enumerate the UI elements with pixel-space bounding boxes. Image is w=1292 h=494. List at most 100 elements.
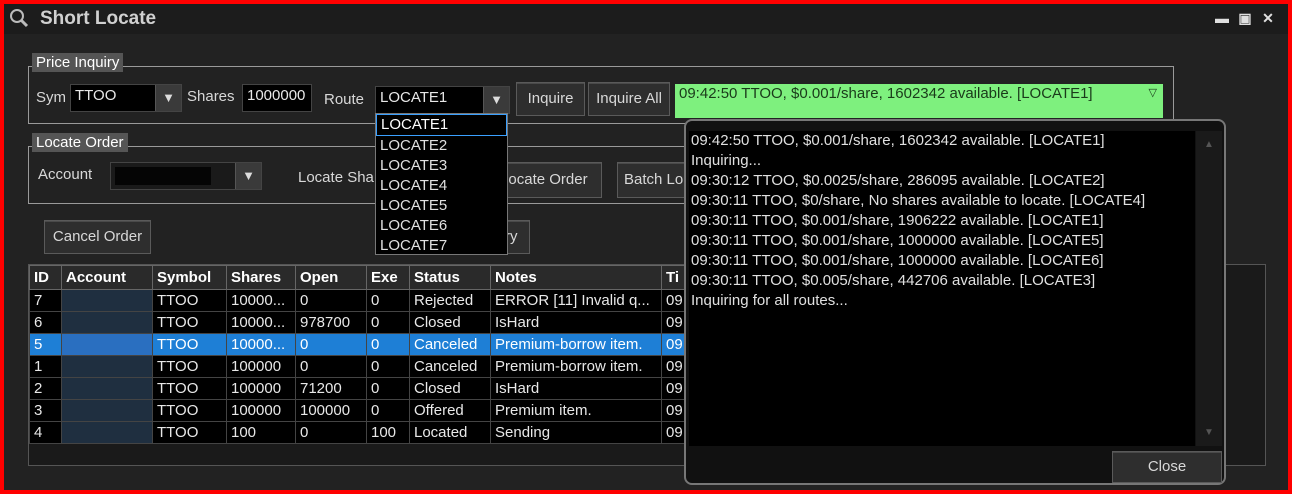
cancel-order-button[interactable]: Cancel Order bbox=[44, 220, 151, 254]
log-line: Inquiring... bbox=[691, 152, 762, 169]
inquire-all-label: Inquire All bbox=[596, 90, 662, 107]
table-row[interactable]: 4 TTOO 100 0 100 Located Sending 09 bbox=[29, 421, 690, 444]
table-cell: Canceled bbox=[409, 355, 491, 378]
table-cell: 10000... bbox=[226, 333, 296, 356]
log-scrollbar[interactable]: ▲ ▼ bbox=[1196, 131, 1222, 446]
table-cell: 5 bbox=[29, 333, 62, 356]
log-line: Inquiring for all routes... bbox=[691, 292, 848, 309]
scroll-down-icon[interactable]: ▼ bbox=[1204, 427, 1214, 438]
chevron-down-icon[interactable]: ▼ bbox=[483, 87, 509, 113]
table-cell: 0 bbox=[366, 377, 410, 400]
window-title: Short Locate bbox=[40, 8, 157, 29]
inquiry-status-text: 09:42:50 TTOO, $0.001/share, 1602342 ava… bbox=[679, 85, 1093, 102]
route-option[interactable]: LOCATE4 bbox=[376, 176, 507, 196]
table-cell: ERROR [11] Invalid q... bbox=[490, 289, 662, 312]
maximize-icon[interactable]: ▣ bbox=[1237, 10, 1253, 26]
route-option[interactable]: LOCATE6 bbox=[376, 216, 507, 236]
table-cell: TTOO bbox=[152, 355, 227, 378]
route-option[interactable]: LOCATE2 bbox=[376, 136, 507, 156]
short-locate-window: Short Locate ▬ ▣ ✕ Price Inquiry Sym TTO… bbox=[4, 4, 1288, 490]
cancel-order-label: Cancel Order bbox=[52, 228, 143, 245]
table-cell: 10000... bbox=[226, 289, 296, 312]
sym-label: Sym bbox=[36, 89, 66, 106]
table-cell: 3 bbox=[29, 399, 62, 422]
table-row[interactable]: 7 TTOO 10000... 0 0 Rejected ERROR [11] Invali… bbox=[29, 289, 690, 312]
table-cell: 0 bbox=[295, 289, 367, 312]
magnifier-icon bbox=[8, 7, 30, 33]
route-dropdown-list[interactable]: LOCATE1 LOCATE2 LOCATE3 LOCATE4 LOCATE5 LOCAT… bbox=[375, 113, 508, 255]
account-cell-redacted bbox=[61, 311, 153, 334]
locate-shares-label: Locate Sha bbox=[298, 169, 374, 186]
table-cell: TTOO bbox=[152, 421, 227, 444]
account-dropdown[interactable]: ▼ bbox=[110, 162, 262, 190]
inquire-all-button[interactable]: Inquire All bbox=[588, 82, 670, 116]
account-cell-redacted bbox=[61, 289, 153, 312]
column-header[interactable]: Notes bbox=[490, 265, 662, 290]
table-cell: TTOO bbox=[152, 377, 227, 400]
column-header[interactable]: Exe bbox=[366, 265, 410, 290]
column-header[interactable]: Shares bbox=[226, 265, 296, 290]
table-row[interactable]: 1 TTOO 100000 0 0 Canceled Premium-borrow item… bbox=[29, 355, 690, 378]
chevron-down-icon[interactable]: ▽ bbox=[1149, 86, 1157, 99]
route-value: LOCATE1 bbox=[380, 89, 448, 106]
table-cell: 6 bbox=[29, 311, 62, 334]
table-row[interactable]: 3 TTOO 100000 100000 0 Offered Premium item. 09 bbox=[29, 399, 690, 422]
sym-dropdown[interactable]: TTOO ▼ bbox=[70, 84, 182, 112]
table-cell: 0 bbox=[366, 333, 410, 356]
log-line: 09:30:11 TTOO, $0/share, No shares avail… bbox=[691, 192, 1146, 209]
chevron-down-icon[interactable]: ▼ bbox=[235, 163, 261, 189]
table-cell: 100 bbox=[366, 421, 410, 444]
chevron-down-icon[interactable]: ▼ bbox=[155, 85, 181, 111]
table-cell: 0 bbox=[295, 355, 367, 378]
shares-label: Shares bbox=[187, 88, 235, 105]
column-header[interactable]: ID bbox=[29, 265, 62, 290]
batch-locate-button[interactable]: Batch Lo bbox=[617, 162, 689, 198]
column-header[interactable]: Account bbox=[61, 265, 153, 290]
table-cell: 0 bbox=[366, 289, 410, 312]
column-header[interactable]: Status bbox=[409, 265, 491, 290]
close-icon[interactable]: ✕ bbox=[1260, 10, 1276, 26]
table-cell: Rejected bbox=[409, 289, 491, 312]
table-row[interactable]: 5 TTOO 10000... 0 0 Canceled Premium-borrow it… bbox=[29, 333, 690, 356]
batch-locate-btn-label: Batch Lo bbox=[624, 171, 684, 188]
table-cell: Premium-borrow item. bbox=[490, 355, 662, 378]
table-row[interactable]: 2 TTOO 100000 71200 0 Closed IsHard 09 bbox=[29, 377, 690, 400]
shares-value: 1000000 bbox=[247, 87, 306, 104]
shares-input[interactable]: 1000000 bbox=[242, 84, 312, 112]
minimize-icon[interactable]: ▬ bbox=[1214, 10, 1230, 26]
table-cell: 0 bbox=[295, 333, 367, 356]
table-cell: Premium item. bbox=[490, 399, 662, 422]
table-cell: 100000 bbox=[226, 399, 296, 422]
inquiry-log-popup: 09:42:50 TTOO, $0.001/share, 1602342 ava… bbox=[684, 119, 1226, 485]
table-cell: 100000 bbox=[226, 377, 296, 400]
close-button[interactable]: Close bbox=[1112, 451, 1222, 483]
table-cell: Closed bbox=[409, 311, 491, 334]
locate-order-button[interactable]: ocate Order bbox=[494, 162, 602, 198]
table-cell: Closed bbox=[409, 377, 491, 400]
scroll-up-icon[interactable]: ▲ bbox=[1204, 139, 1214, 150]
column-header[interactable]: Symbol bbox=[152, 265, 227, 290]
table-cell: 2 bbox=[29, 377, 62, 400]
route-option[interactable]: LOCATE5 bbox=[376, 196, 507, 216]
log-line: 09:30:11 TTOO, $0.001/share, 1000000 ava… bbox=[691, 232, 1104, 249]
route-option[interactable]: LOCATE1 bbox=[376, 114, 507, 136]
log-line: 09:42:50 TTOO, $0.001/share, 1602342 ava… bbox=[691, 132, 1105, 149]
inquiry-status-bar[interactable]: 09:42:50 TTOO, $0.001/share, 1602342 ava… bbox=[675, 84, 1163, 118]
table-row[interactable]: 6 TTOO 10000... 978700 0 Closed IsHard 09 bbox=[29, 311, 690, 334]
log-line: 09:30:11 TTOO, $0.005/share, 442706 avai… bbox=[691, 272, 1096, 289]
log-line: 09:30:12 TTOO, $0.0025/share, 286095 ava… bbox=[691, 172, 1105, 189]
route-option[interactable]: LOCATE7 bbox=[376, 236, 507, 256]
table-cell: TTOO bbox=[152, 311, 227, 334]
route-dropdown[interactable]: LOCATE1 ▼ bbox=[375, 86, 510, 114]
log-line: 09:30:11 TTOO, $0.001/share, 1000000 ava… bbox=[691, 252, 1104, 269]
column-header[interactable]: Open bbox=[295, 265, 367, 290]
route-option[interactable]: LOCATE3 bbox=[376, 156, 507, 176]
inquire-button[interactable]: Inquire bbox=[516, 82, 585, 116]
table-cell: Offered bbox=[409, 399, 491, 422]
account-cell-redacted bbox=[61, 377, 153, 400]
locate-order-btn-label: ocate Order bbox=[508, 171, 588, 188]
table-cell: TTOO bbox=[152, 399, 227, 422]
table-cell: TTOO bbox=[152, 289, 227, 312]
table-cell: 0 bbox=[295, 421, 367, 444]
table-cell: 100 bbox=[226, 421, 296, 444]
